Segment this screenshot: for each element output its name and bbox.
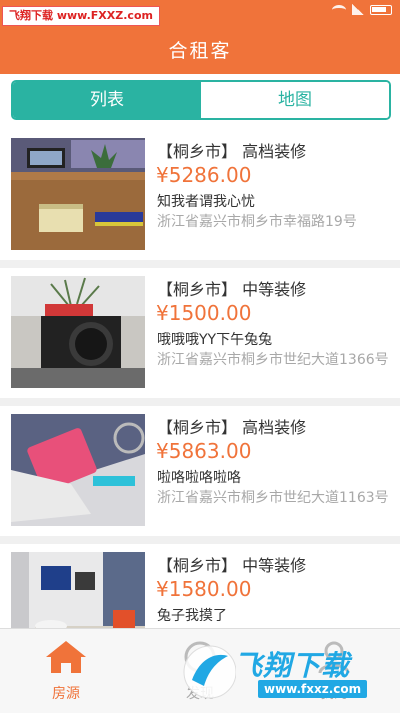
app-title: 合租客	[0, 28, 400, 74]
listing-address: 浙江省嘉兴市桐乡市世纪大道1163号	[157, 490, 389, 506]
listing-title: 哦哦哦YY下午兔兔	[157, 332, 273, 348]
listing-decor: 中等装修	[242, 280, 307, 299]
signal-icon	[352, 4, 364, 15]
list-item[interactable]: 【桐乡市】 中等装修 ¥1580.00 兔子我摸了	[0, 544, 400, 628]
list-item[interactable]: 【桐乡市】 高档装修 ¥5286.00 知我者谓我心忧 浙江省嘉兴市桐乡市幸福路…	[0, 130, 400, 260]
tab-list[interactable]: 列表	[13, 82, 201, 118]
listing-tags: 【桐乡市】 高档装修	[157, 138, 306, 162]
listing-decor: 中等装修	[242, 556, 307, 575]
listing-photo	[11, 276, 145, 388]
listing-address: 浙江省嘉兴市桐乡市世纪大道1366号	[157, 352, 389, 368]
tab-map[interactable]: 地图	[201, 82, 389, 118]
watermark-url: www.fxxz.com	[258, 680, 368, 698]
listing-address: 浙江省嘉兴市桐乡市幸福路19号	[157, 214, 357, 230]
watermark-banner: 飞翔下载 www.FXXZ.com	[2, 6, 160, 26]
listing-tags: 【桐乡市】 高档装修	[157, 414, 306, 438]
listing-title: 啦咯啦咯啦咯	[157, 470, 241, 486]
listing-title: 知我者谓我心忧	[157, 194, 255, 210]
listing-title: 兔子我摸了	[157, 608, 227, 624]
listing-city: 【桐乡市】	[157, 280, 238, 299]
listing-photo	[11, 552, 145, 628]
segmented-control: 列表 地图	[11, 80, 391, 120]
listing-price: ¥5863.00	[156, 439, 252, 463]
list-item[interactable]: 【桐乡市】 中等装修 ¥1500.00 哦哦哦YY下午兔兔 浙江省嘉兴市桐乡市世…	[0, 268, 400, 398]
battery-icon	[370, 4, 392, 15]
listing-decor: 高档装修	[242, 142, 307, 161]
listing-decor: 高档装修	[242, 418, 307, 437]
nav-item-listings[interactable]: 房源	[6, 639, 126, 703]
house-icon	[46, 641, 86, 673]
watermark-wing-icon	[183, 645, 236, 699]
listing-city: 【桐乡市】	[157, 418, 238, 437]
watermark-text: 飞翔下载	[234, 649, 351, 682]
listing-list: 【桐乡市】 高档装修 ¥5286.00 知我者谓我心忧 浙江省嘉兴市桐乡市幸福路…	[0, 130, 400, 628]
nav-label: 房源	[52, 686, 80, 702]
wifi-icon	[332, 4, 346, 15]
listing-tags: 【桐乡市】 中等装修	[157, 552, 306, 576]
watermark-logo: 飞翔下载 www.fxxz.com	[182, 640, 394, 706]
listing-price: ¥5286.00	[156, 163, 252, 187]
listing-city: 【桐乡市】	[157, 556, 238, 575]
listing-photo	[11, 414, 145, 526]
view-switcher: 列表 地图	[0, 74, 400, 130]
listing-price: ¥1500.00	[156, 301, 252, 325]
listing-tags: 【桐乡市】 中等装修	[157, 276, 306, 300]
status-bar: 飞翔下载 www.FXXZ.com	[0, 0, 400, 28]
status-icons	[332, 4, 392, 15]
list-item[interactable]: 【桐乡市】 高档装修 ¥5863.00 啦咯啦咯啦咯 浙江省嘉兴市桐乡市世纪大道…	[0, 406, 400, 536]
listing-city: 【桐乡市】	[157, 142, 238, 161]
listing-price: ¥1580.00	[156, 577, 252, 601]
listing-photo	[11, 138, 145, 250]
